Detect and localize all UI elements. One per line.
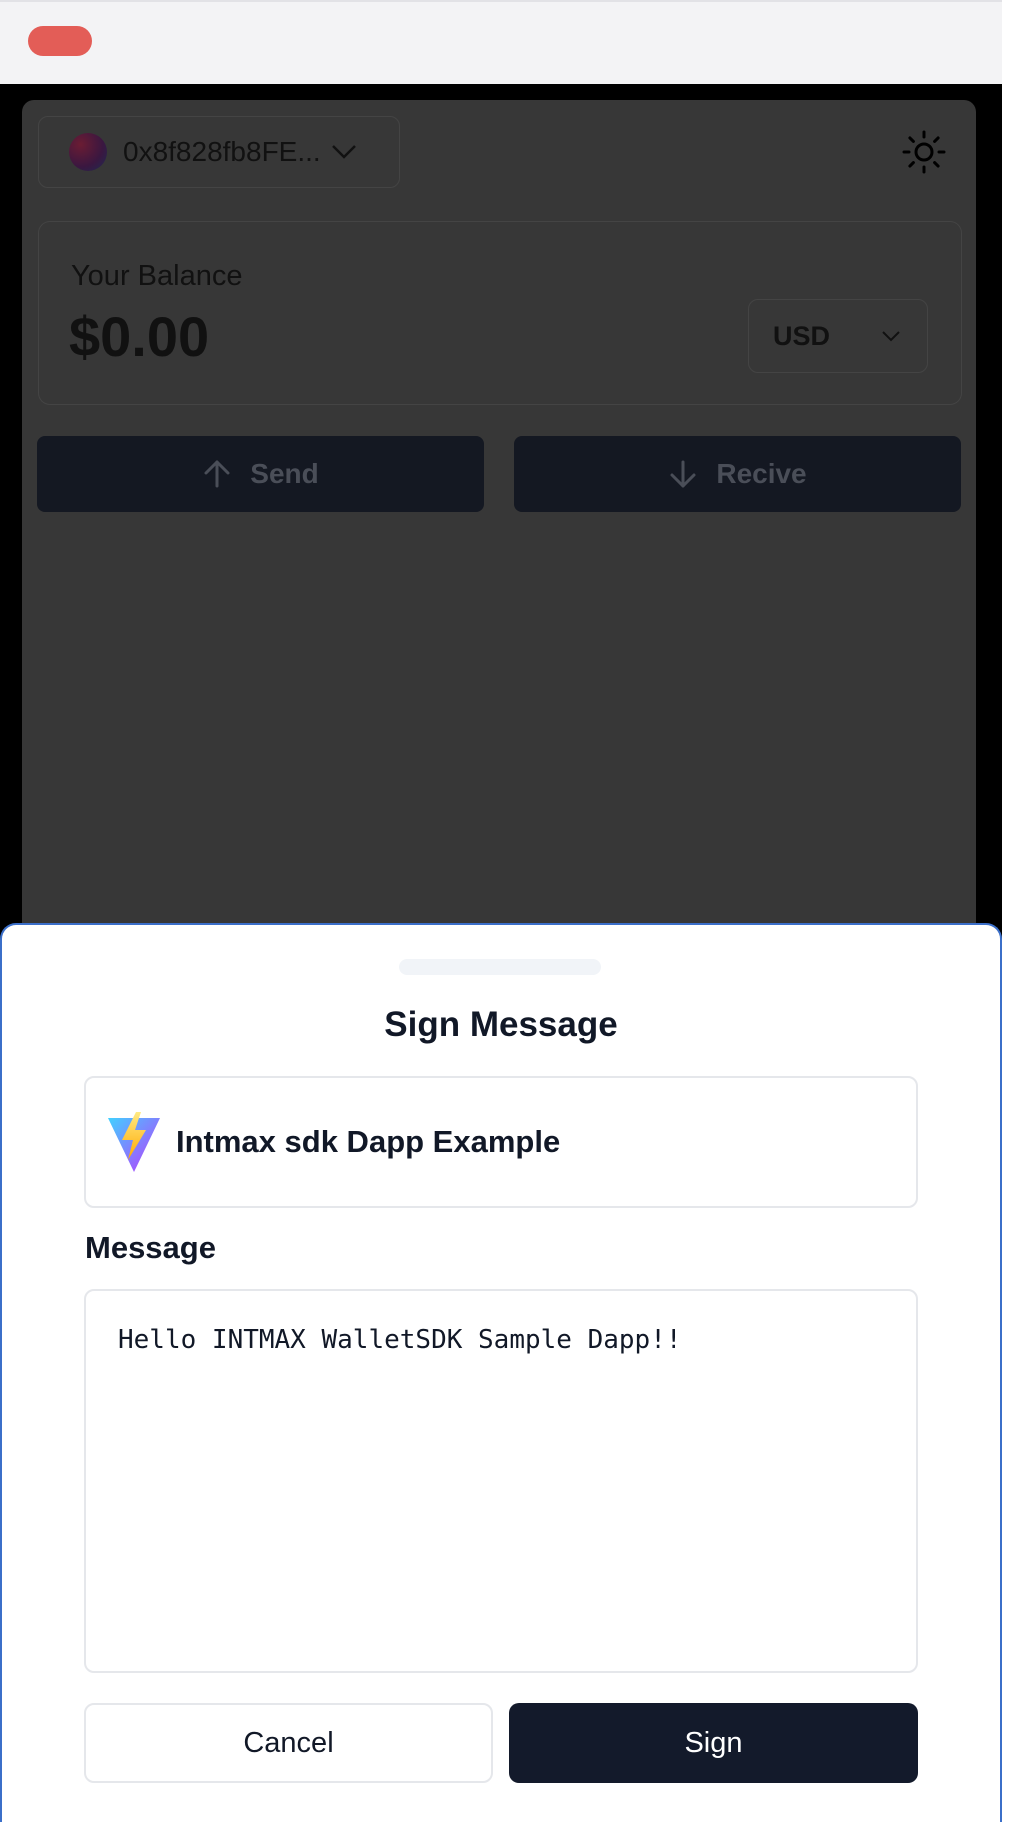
- message-text: Hello INTMAX WalletSDK Sample Dapp!!: [118, 1325, 682, 1355]
- balance-card: Your Balance $0.00 USD: [38, 221, 962, 405]
- arrow-up-icon: [204, 460, 230, 488]
- currency-select[interactable]: USD: [748, 299, 928, 373]
- chevron-down-icon: [331, 145, 356, 159]
- window-titlebar: [0, 0, 1002, 84]
- receive-button[interactable]: Recive: [514, 436, 961, 512]
- currency-value: USD: [773, 320, 831, 351]
- message-box: Hello INTMAX WalletSDK Sample Dapp!!: [84, 1289, 918, 1673]
- sign-message-sheet: Sign Message Intmax sdk Dapp Example Mes…: [0, 923, 1002, 1822]
- cancel-button[interactable]: Cancel: [84, 1703, 493, 1783]
- send-label: Send: [250, 458, 319, 489]
- avatar: [69, 133, 107, 171]
- account-address: 0x8f828fb8FE...: [123, 136, 321, 167]
- balance-label: Your Balance: [71, 260, 243, 292]
- account-selector[interactable]: 0x8f828fb8FE...: [38, 116, 400, 188]
- arrow-down-icon: [670, 460, 696, 488]
- send-button[interactable]: Send: [37, 436, 484, 512]
- vite-logo-icon: [108, 1112, 160, 1172]
- sheet-title: Sign Message: [384, 1005, 618, 1044]
- dapp-info-card: Intmax sdk Dapp Example: [84, 1076, 918, 1208]
- sun-icon[interactable]: [902, 130, 946, 174]
- chevron-down-icon: [882, 331, 900, 342]
- sheet-drag-handle[interactable]: [399, 959, 601, 975]
- window-close-button[interactable]: [28, 26, 92, 56]
- message-label: Message: [85, 1230, 216, 1265]
- receive-label: Recive: [716, 458, 807, 489]
- balance-value: $0.00: [69, 305, 210, 368]
- dapp-name: Intmax sdk Dapp Example: [176, 1124, 561, 1159]
- sign-button[interactable]: Sign: [509, 1703, 918, 1783]
